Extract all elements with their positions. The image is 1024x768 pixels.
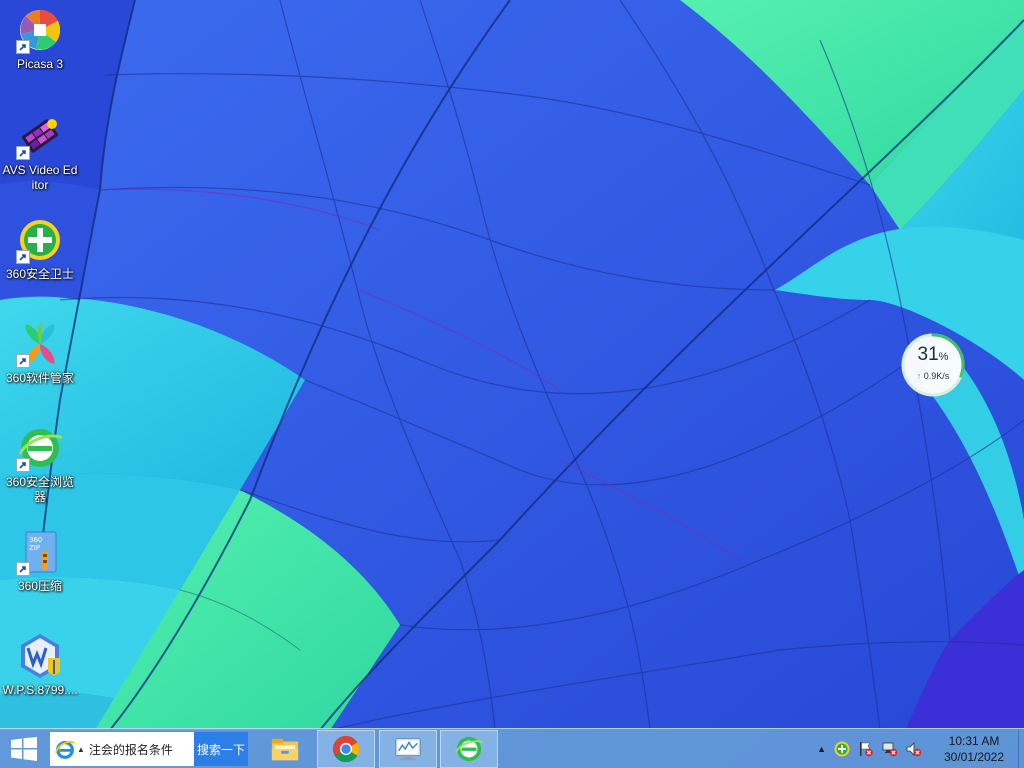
resource-monitor-icon xyxy=(395,738,421,761)
avs-video-editor-icon xyxy=(16,112,64,160)
360-browser-icon xyxy=(455,736,484,762)
desktop-icon-wps-office[interactable]: W.P.S.8799.... xyxy=(2,632,78,698)
shortcut-arrow-icon xyxy=(16,458,30,472)
taskbar-chrome[interactable] xyxy=(317,730,375,768)
desktop-icon-picasa[interactable]: Picasa 3 xyxy=(2,6,78,72)
desktop-icon-avs-video-editor[interactable]: AVS Video Editor xyxy=(2,112,78,193)
svg-text:360: 360 xyxy=(29,536,42,544)
clock-time: 10:31 AM xyxy=(948,734,1000,748)
wps-office-icon xyxy=(16,632,64,680)
shortcut-arrow-icon xyxy=(16,562,30,576)
clock-date: 30/01/2022 xyxy=(943,750,1005,764)
360-software-manager-icon xyxy=(16,320,64,368)
system-tray: ▲ 10:31 AM 30/01/2022 xyxy=(817,729,1024,768)
network-speed-widget[interactable]: 31% ↑ 0.9K/s xyxy=(901,333,965,397)
desktop-icon-360-zip[interactable]: 360 ZIP 360压缩 xyxy=(2,528,78,594)
desktop-wallpaper xyxy=(0,0,1024,768)
svg-text:ZIP: ZIP xyxy=(29,544,40,552)
upload-arrow-icon: ↑ xyxy=(916,371,922,381)
taskbar-file-explorer[interactable] xyxy=(256,730,314,768)
desktop-icon-label: 360安全卫士 xyxy=(5,267,75,281)
start-button[interactable] xyxy=(0,729,48,768)
shortcut-arrow-icon xyxy=(16,250,30,264)
search-engine-dropdown-icon[interactable]: ▲ xyxy=(77,745,85,754)
picasa-icon xyxy=(16,6,64,54)
desktop-icon-label: AVS Video Editor xyxy=(2,163,78,192)
360-security-guard-icon xyxy=(16,216,64,264)
show-hidden-icons-button[interactable]: ▲ xyxy=(817,744,826,754)
360-zip-icon: 360 ZIP xyxy=(16,528,64,576)
desktop-icon-label: 360软件管家 xyxy=(5,371,75,385)
search-box[interactable]: ▲ 注会的报名条件 xyxy=(50,732,194,766)
search-button[interactable]: 搜索一下 xyxy=(194,732,248,766)
desktop-icon-label: Picasa 3 xyxy=(16,57,64,71)
speed-percent: 31% xyxy=(917,344,949,365)
taskbar: ▲ 注会的报名条件 搜索一下 ▲ 10:31 AM 30/01/2022 xyxy=(0,728,1024,768)
desktop-icon-label: 360压缩 xyxy=(17,579,63,593)
shortcut-arrow-icon xyxy=(16,40,30,54)
tray-volume[interactable] xyxy=(904,739,924,759)
shortcut-arrow-icon xyxy=(16,354,30,368)
windows-logo-icon xyxy=(11,737,37,761)
network-disconnected-icon xyxy=(882,742,898,757)
tray-network[interactable] xyxy=(880,739,900,759)
desktop-icon-360-security-guard[interactable]: 360安全卫士 xyxy=(2,216,78,282)
360-browser-icon xyxy=(16,424,64,472)
desktop-icon-360-software-manager[interactable]: 360软件管家 xyxy=(2,320,78,386)
volume-muted-icon xyxy=(906,742,922,757)
desktop-icon-label: W.P.S.8799.... xyxy=(2,683,78,697)
taskbar-360-browser[interactable] xyxy=(440,730,498,768)
shortcut-arrow-icon xyxy=(16,146,30,160)
taskbar-clock[interactable]: 10:31 AM 30/01/2022 xyxy=(936,733,1012,765)
chrome-icon xyxy=(332,735,360,763)
action-center-flag-icon xyxy=(860,742,873,757)
speed-rate: ↑ 0.9K/s xyxy=(916,371,950,381)
desktop-icon-label: 360安全浏览器 xyxy=(5,475,75,504)
file-explorer-icon xyxy=(271,738,299,761)
taskbar-resource-monitor[interactable] xyxy=(379,730,437,768)
ie-browser-icon xyxy=(54,740,75,759)
tray-360-guard[interactable] xyxy=(832,739,852,759)
tray-action-center[interactable] xyxy=(856,739,876,759)
desktop-icon-360-browser[interactable]: 360安全浏览器 xyxy=(2,424,78,505)
360-guard-tray-icon xyxy=(834,741,850,757)
search-input[interactable]: 注会的报名条件 xyxy=(89,741,173,758)
show-desktop-button[interactable] xyxy=(1018,729,1024,768)
